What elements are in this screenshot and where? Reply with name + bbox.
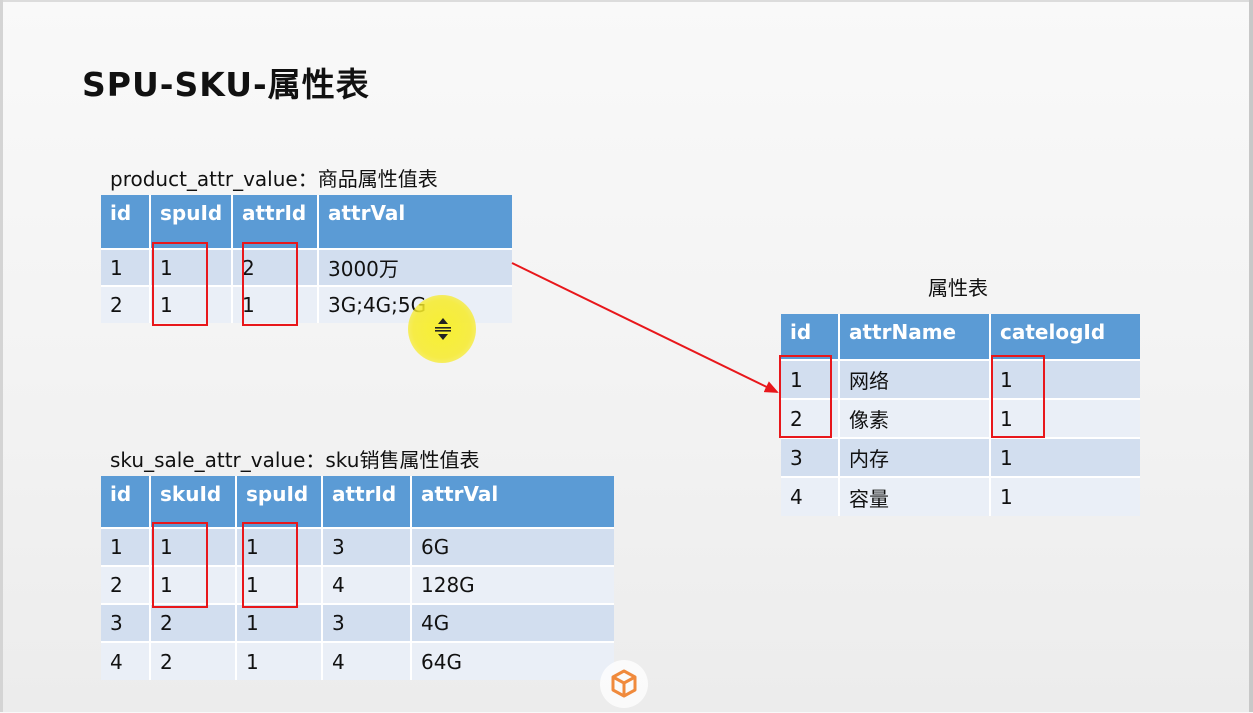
column-header: attrVal — [411, 476, 614, 528]
table-cell: 4G — [411, 603, 614, 642]
catelogid-highlight-box — [991, 355, 1045, 438]
column-header: attrName — [839, 314, 991, 360]
table-header-row: id spuId attrId attrVal — [101, 195, 512, 249]
table-cell: 2 — [101, 565, 151, 604]
slide-frame-top — [0, 0, 1253, 2]
table-row: 3 2 1 3 4G — [101, 603, 614, 642]
attr-table: id attrName catelogId 1 网络 1 2 像素 1 3 内存… — [781, 314, 1140, 516]
table-cell: 64G — [411, 641, 614, 680]
column-header: id — [781, 314, 840, 360]
table-cell: 4 — [322, 565, 412, 604]
table-cell: 4 — [101, 641, 151, 680]
column-header: attrVal — [318, 195, 512, 249]
resize-vertical-icon — [435, 318, 451, 340]
table-cell: 3000万 — [318, 248, 512, 286]
slide-frame-right — [1249, 0, 1253, 712]
table-cell: 4 — [781, 476, 840, 516]
sku-spuid-highlight-box — [242, 522, 298, 608]
table-cell: 3 — [101, 603, 151, 642]
table-cell: 2 — [101, 285, 151, 323]
column-header: id — [101, 476, 151, 528]
table-header-row: id attrName catelogId — [781, 314, 1140, 360]
table-cell: 2 — [150, 641, 237, 680]
table-cell: 网络 — [839, 359, 991, 399]
table-cell: 3 — [781, 437, 840, 477]
sku-table-caption: sku_sale_attr_value：sku销售属性值表 — [110, 448, 480, 472]
attr-table-caption: 属性表 — [928, 276, 988, 300]
column-header: spuId — [236, 476, 323, 528]
table-row: 4 2 1 4 64G — [101, 641, 614, 680]
slide-frame-left — [0, 0, 3, 712]
table-cell: 3 — [322, 603, 412, 642]
attrid-highlight-box — [242, 242, 298, 326]
skuid-highlight-box — [152, 522, 208, 608]
table-row: 2 像素 1 — [781, 398, 1140, 438]
attr-id-highlight-box — [779, 355, 832, 438]
table-cell: 像素 — [839, 398, 991, 438]
table-cell: 6G — [411, 527, 614, 566]
table-cell: 4 — [322, 641, 412, 680]
product-table-caption: product_attr_value：商品属性值表 — [110, 167, 438, 191]
column-header: spuId — [150, 195, 233, 249]
column-header: attrId — [322, 476, 412, 528]
table-cell: 1 — [990, 437, 1140, 477]
watermark-logo-icon — [611, 669, 637, 698]
column-header: id — [101, 195, 151, 249]
table-cell: 内存 — [839, 437, 991, 477]
spuid-highlight-box — [152, 242, 208, 326]
column-header: attrId — [232, 195, 319, 249]
table-cell: 1 — [101, 527, 151, 566]
table-cell: 1 — [990, 476, 1140, 516]
table-cell: 1 — [101, 248, 151, 286]
table-row: 4 容量 1 — [781, 476, 1140, 516]
watermark-badge — [600, 660, 648, 708]
table-cell: 128G — [411, 565, 614, 604]
table-row: 1 网络 1 — [781, 359, 1140, 399]
column-header: skuId — [150, 476, 237, 528]
table-cell: 1 — [236, 641, 323, 680]
table-row: 3 内存 1 — [781, 437, 1140, 477]
table-cell: 3 — [322, 527, 412, 566]
slide-title: SPU-SKU-属性表 — [82, 65, 370, 104]
table-cell: 2 — [150, 603, 237, 642]
table-cell: 1 — [236, 603, 323, 642]
column-header: catelogId — [990, 314, 1140, 360]
table-cell: 容量 — [839, 476, 991, 516]
table-header-row: id skuId spuId attrId attrVal — [101, 476, 614, 528]
